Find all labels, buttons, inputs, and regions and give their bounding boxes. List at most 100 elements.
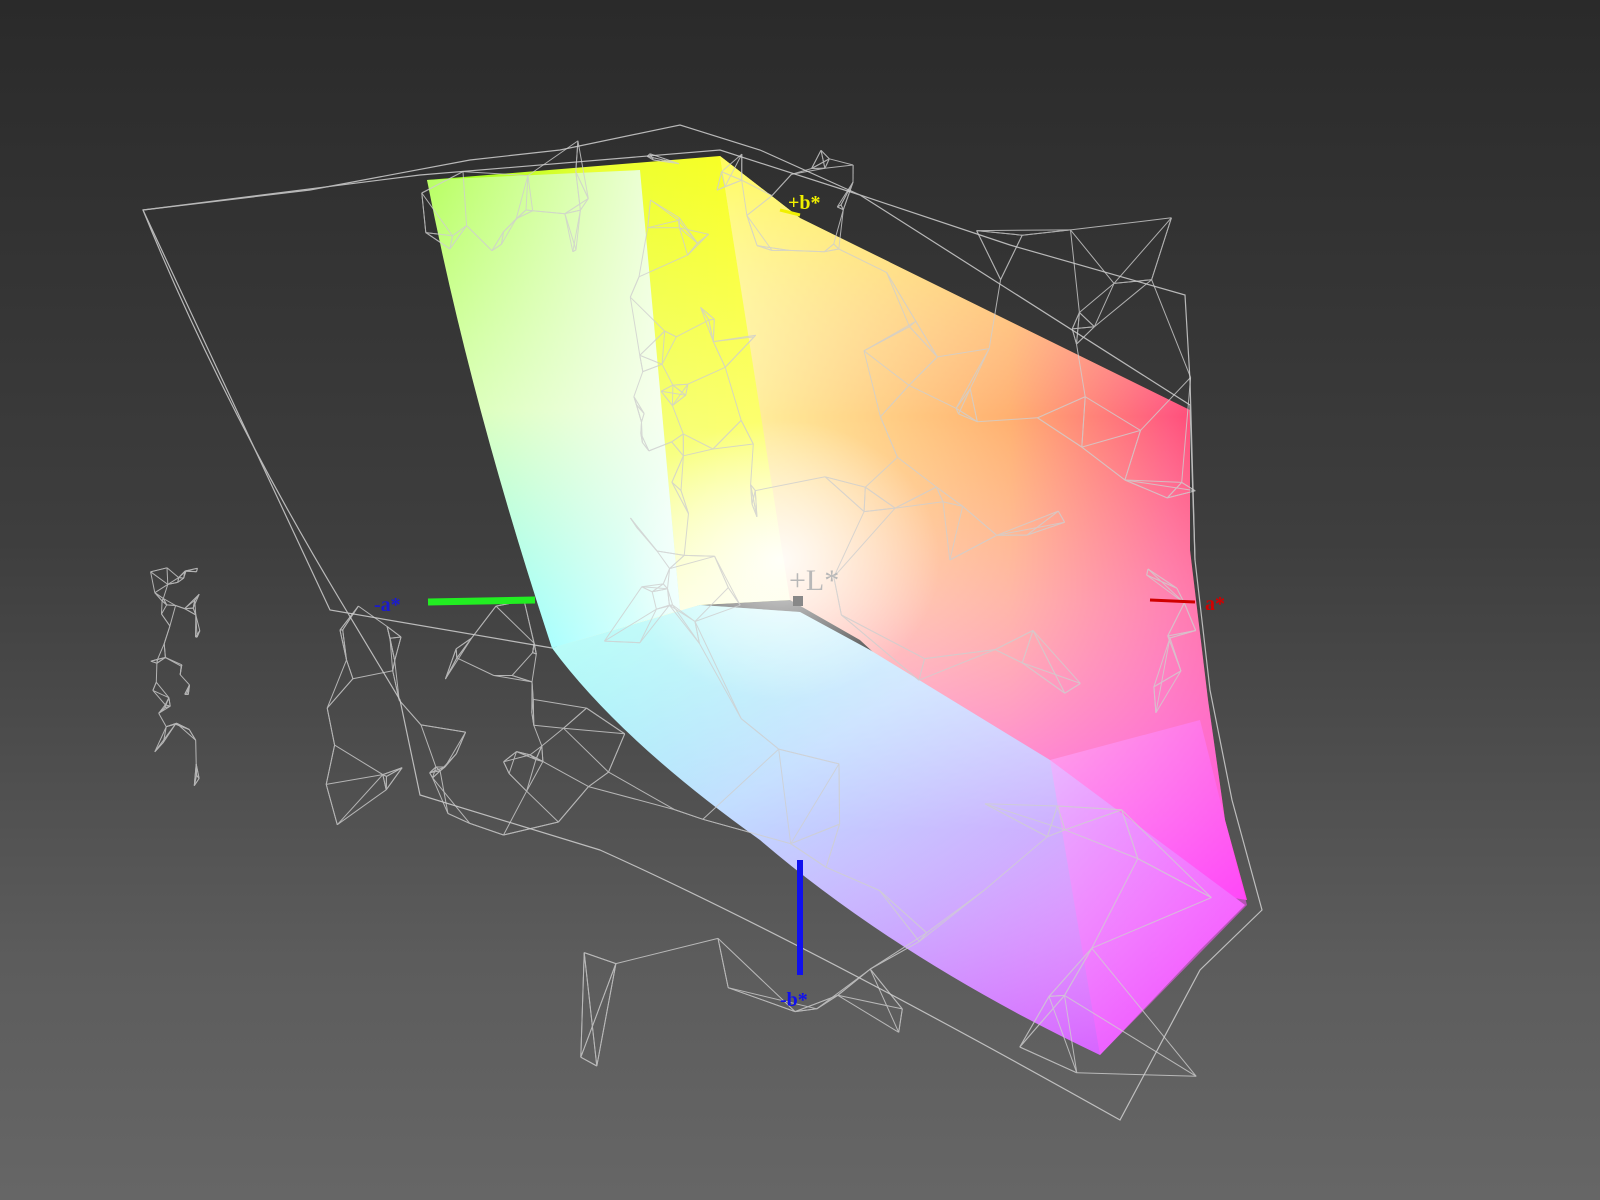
wireframe-mesh-edge <box>471 605 497 639</box>
wireframe-mesh-edge <box>157 643 165 660</box>
wireframe-mesh-edge <box>444 657 458 680</box>
wireframe-mesh-edge <box>392 660 396 671</box>
wireframe-mesh-edge <box>432 777 449 814</box>
wireframe-mesh-edge <box>336 774 384 826</box>
wireframe-mesh-edge <box>1072 326 1095 330</box>
axis-label-plus-L: +L* <box>789 564 840 597</box>
wireframe-mesh-edge <box>439 770 449 814</box>
wireframe-mesh-edge <box>1151 217 1172 280</box>
wireframe-mesh-edge <box>511 652 534 676</box>
wireframe-mesh-edge <box>503 761 510 774</box>
wireframe-mesh-edge <box>837 994 899 1033</box>
wireframe-mesh-edge <box>533 725 543 747</box>
wireframe-mesh-edge <box>533 698 587 709</box>
wireframe-mesh-edge <box>152 682 157 691</box>
wireframe-mesh-edge <box>503 821 559 836</box>
wireframe-mesh-edge <box>575 140 579 172</box>
wireframe-mesh-edge <box>184 607 194 610</box>
wireframe-mesh-edge <box>523 600 535 644</box>
wireframe-mesh-edge <box>163 625 171 644</box>
wireframe-mesh-edge <box>163 643 166 658</box>
wireframe-mesh-edge <box>1076 326 1095 345</box>
wireframe-mesh-edge <box>1000 234 1023 280</box>
wireframe-mesh-edge <box>447 812 471 824</box>
wireframe-mesh-edge <box>608 733 626 773</box>
wireframe-mesh-edge <box>541 727 564 747</box>
wireframe-mesh-edge <box>563 727 625 735</box>
wireframe-mesh-edge <box>175 605 185 610</box>
wireframe-mesh-edge <box>674 809 704 820</box>
measured-gamut-solid <box>427 156 1247 1055</box>
gamut-viewport[interactable]: +L* a* -a* +b* -b* <box>0 0 1600 1200</box>
wireframe-mesh-edge <box>420 724 466 733</box>
wireframe-mesh-edge <box>169 605 177 627</box>
axis-plus-a-line <box>1149 598 1196 604</box>
wireframe-mesh-edge <box>898 1008 903 1033</box>
wireframe-mesh-edge <box>161 613 171 627</box>
wireframe-mesh-edge <box>976 229 1071 232</box>
wireframe-mesh-edge <box>558 786 589 823</box>
wireframe-mesh-edge <box>532 699 535 726</box>
wireframe-mesh-edge <box>615 937 719 965</box>
gamut-3d-scene[interactable] <box>0 0 1600 1200</box>
wireframe-mesh-edge <box>1079 283 1115 313</box>
wireframe-mesh-edge <box>869 941 920 970</box>
wireframe-mesh-edge <box>829 158 854 166</box>
wireframe-mesh-edge <box>158 713 167 727</box>
wireframe-mesh-edge <box>346 659 354 679</box>
wireframe-mesh-edge <box>155 663 158 683</box>
wireframe-mesh-edge <box>161 600 163 615</box>
wireframe-mesh-edge <box>152 690 166 706</box>
wireframe-mesh-edge <box>838 763 841 825</box>
wireframe-mesh-edge <box>1070 217 1172 231</box>
wireframe-mesh-edge <box>456 637 472 659</box>
wireframe-mesh-edge <box>493 675 533 683</box>
wireframe-mesh-edge <box>455 637 472 650</box>
wireframe-mesh-edge <box>165 657 183 666</box>
wireframe-mesh-edge <box>1070 229 1080 313</box>
wireframe-mesh-edge <box>608 771 675 811</box>
wireframe-mesh-edge <box>583 952 598 1067</box>
wireframe-mesh-edge <box>580 1056 598 1067</box>
axis-origin-marker <box>793 596 803 606</box>
wireframe-mesh-edge <box>584 952 617 965</box>
wireframe-mesh-edge <box>508 773 527 792</box>
wireframe-mesh-edge <box>420 724 437 768</box>
axis-minus-a-line <box>427 596 536 606</box>
wireframe-mesh-edge <box>580 963 617 1058</box>
axis-label-minus-a: -a* <box>374 594 401 616</box>
wireframe-mesh-edge <box>325 784 338 825</box>
wireframe-mesh-edge <box>495 605 535 644</box>
wireframe-mesh-edge <box>334 744 384 776</box>
wireframe-mesh-edge <box>837 968 871 996</box>
wireframe-mesh-edge <box>542 761 589 788</box>
wireframe-mesh-edge <box>168 697 171 707</box>
wireframe-mesh-edge <box>503 790 528 836</box>
wireframe-mesh-edge <box>150 660 158 664</box>
wireframe-mesh-edge <box>421 192 427 233</box>
wireframe-mesh-edge <box>1070 229 1115 284</box>
wireframe-mesh-edge <box>469 822 504 836</box>
wireframe-mesh-edge <box>184 570 187 572</box>
wireframe-mesh-edge <box>1094 279 1152 328</box>
wireframe-mesh-edge <box>531 653 537 682</box>
wireframe-mesh-edge <box>588 771 609 788</box>
wireframe-mesh-edge <box>184 570 197 573</box>
wireframe-mesh-edge <box>869 968 900 1033</box>
wireframe-mesh-edge <box>541 745 544 762</box>
wireframe-mesh-edge <box>580 952 585 1058</box>
wireframe-mesh-edge <box>533 724 564 729</box>
wireframe-mesh-edge <box>526 759 537 792</box>
wireframe-mesh-edge <box>563 707 587 729</box>
wireframe-mesh-edge <box>588 786 675 811</box>
axis-label-minus-b: -b* <box>780 989 808 1011</box>
wireframe-mesh-edge <box>1076 1072 1197 1077</box>
wireframe-mesh-edge <box>382 774 387 790</box>
wireframe-mesh-edge <box>195 740 197 765</box>
wireframe-mesh-edge <box>456 657 495 676</box>
wireframe-mesh-edge <box>166 567 180 578</box>
wireframe-mesh-edge <box>563 727 609 773</box>
wireframe-mesh-edge <box>455 648 458 658</box>
axis-label-plus-b: +b* <box>788 192 821 214</box>
wireframe-mesh-edge <box>326 708 336 746</box>
